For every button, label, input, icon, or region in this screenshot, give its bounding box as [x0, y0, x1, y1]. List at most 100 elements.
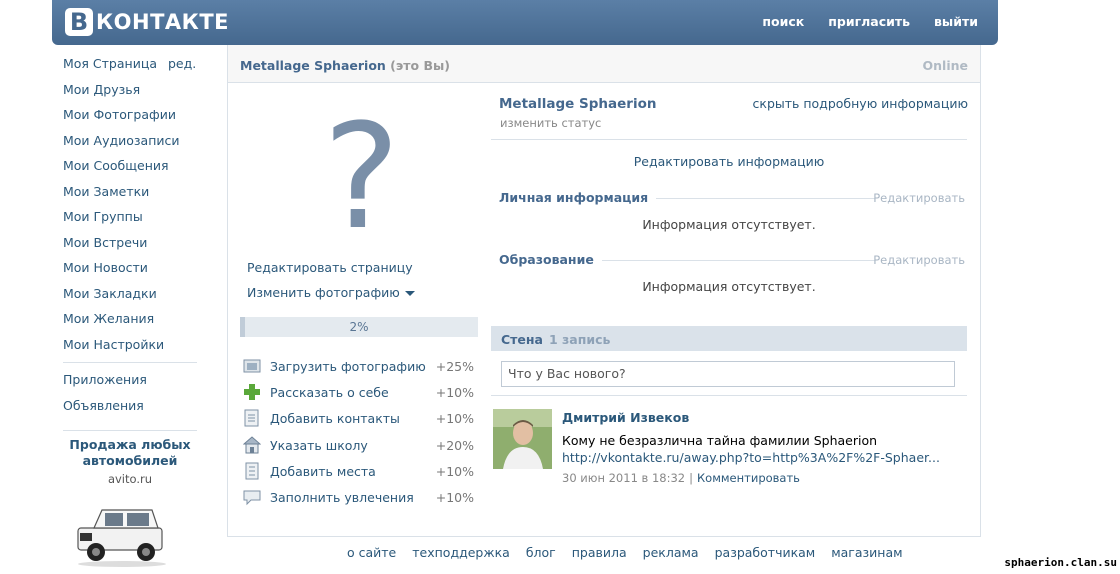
- task-percent: +10%: [435, 489, 474, 505]
- logo-word: КОНТАКТЕ: [96, 10, 230, 34]
- task-about-me[interactable]: Рассказать о себе +10%: [242, 381, 474, 403]
- top-header: В КОНТАКТЕ поиск пригласить выйти: [52, 0, 998, 45]
- task-add-contacts[interactable]: Добавить контакты +10%: [242, 407, 474, 429]
- edit-info-link[interactable]: Редактировать информацию: [491, 154, 967, 169]
- task-percent: +25%: [435, 358, 474, 374]
- nav-invite-link[interactable]: пригласить: [828, 14, 910, 29]
- sidebar-item-ads[interactable]: Объявления: [63, 397, 203, 423]
- footer-link-blog[interactable]: блог: [526, 545, 556, 560]
- info-divider: [491, 139, 967, 140]
- vk-logo[interactable]: В КОНТАКТЕ: [65, 6, 229, 38]
- sidebar-item-wishes[interactable]: Мои Желания: [63, 310, 203, 336]
- logo-letter: В: [65, 8, 93, 36]
- sidebar-item-apps[interactable]: Приложения: [63, 371, 203, 397]
- profile-panel: Metallage Sphaerion (это Вы) Online ? Ре…: [227, 45, 981, 537]
- plus-icon: [242, 383, 262, 401]
- sidebar-item-label: Моя Страница: [63, 56, 157, 71]
- wall-title: Стена 1 запись: [501, 332, 610, 347]
- photo-upload-icon: [242, 357, 262, 375]
- ad-title[interactable]: Продажа любых автомобилей: [63, 437, 197, 469]
- sidebar-edit-link[interactable]: ред.: [168, 55, 196, 73]
- wall-count: 1 запись: [548, 332, 611, 347]
- task-percent: +10%: [435, 463, 474, 479]
- chevron-down-icon: [404, 291, 415, 296]
- contacts-icon: [242, 409, 262, 427]
- wall-post-field[interactable]: [501, 361, 955, 387]
- section-empty-text: Информация отсутствует.: [642, 279, 816, 294]
- task-add-school[interactable]: Указать школу +20%: [242, 434, 474, 456]
- car-ad-image[interactable]: [72, 500, 172, 570]
- comment-link[interactable]: Комментировать: [697, 471, 800, 485]
- watermark: sphaerion.clan.su: [1004, 556, 1117, 569]
- places-icon: [242, 462, 262, 480]
- change-photo-link[interactable]: Изменить фотографию: [247, 285, 415, 300]
- post-link[interactable]: http://vkontakte.ru/away.php?to=http%3A%…: [562, 450, 940, 465]
- task-percent: +20%: [435, 437, 474, 453]
- nav-search-link[interactable]: поиск: [762, 14, 804, 29]
- section-education: Образование Редактировать: [499, 252, 965, 268]
- task-add-places[interactable]: Добавить места +10%: [242, 460, 474, 482]
- left-sidebar: Моя Страница ред. Мои Друзья Мои Фотогра…: [63, 55, 203, 422]
- sidebar-item-groups[interactable]: Мои Группы: [63, 208, 203, 234]
- sidebar-item-news[interactable]: Мои Новости: [63, 259, 203, 285]
- wall-post-input[interactable]: [502, 362, 948, 384]
- task-label: Добавить места: [270, 463, 376, 479]
- task-interests[interactable]: Заполнить увлечения +10%: [242, 486, 474, 508]
- sidebar-item-messages[interactable]: Мои Сообщения: [63, 157, 203, 183]
- task-label: Заполнить увлечения: [270, 489, 414, 505]
- hide-details-link[interactable]: скрыть подробную информацию: [753, 96, 968, 111]
- sidebar-item-settings[interactable]: Мои Настройки: [63, 336, 203, 362]
- info-name: Metallage Sphaerion: [499, 96, 657, 112]
- top-nav: поиск пригласить выйти: [762, 14, 978, 29]
- section-empty-text: Информация отсутствует.: [642, 217, 816, 232]
- section-edit-link[interactable]: Редактировать: [873, 253, 965, 267]
- task-label: Рассказать о себе: [270, 384, 389, 400]
- profile-completeness-bar: 2%: [240, 317, 478, 337]
- sidebar-item-bookmarks[interactable]: Мои Закладки: [63, 285, 203, 311]
- wall-title-label: Стена: [501, 332, 543, 347]
- footer-link-developers[interactable]: разработчикам: [715, 545, 816, 560]
- section-personal: Личная информация Редактировать: [499, 190, 965, 206]
- footer-link-about[interactable]: о сайте: [347, 545, 396, 560]
- post-author-name[interactable]: Дмитрий Извеков: [562, 410, 689, 425]
- sidebar-item-audio[interactable]: Мои Аудиозаписи: [63, 132, 203, 158]
- sidebar-item-notes[interactable]: Мои Заметки: [63, 183, 203, 209]
- wall-divider: [491, 395, 967, 396]
- nav-logout-link[interactable]: выйти: [934, 14, 978, 29]
- task-label: Загрузить фотографию: [270, 358, 426, 374]
- post-author-avatar[interactable]: [493, 409, 552, 469]
- progress-label: 2%: [349, 320, 369, 334]
- footer-link-rules[interactable]: правила: [572, 545, 627, 560]
- wall-header[interactable]: Стена 1 запись: [491, 326, 967, 351]
- interests-icon: [242, 488, 262, 506]
- sidebar-divider: [63, 362, 197, 363]
- task-percent: +10%: [435, 410, 474, 426]
- post-meta: 30 июн 2011 в 18:32 | Комментировать: [562, 471, 800, 485]
- meta-separator: |: [689, 471, 693, 485]
- profile-title: Metallage Sphaerion (это Вы): [240, 58, 450, 73]
- change-photo-label: Изменить фотографию: [247, 285, 400, 300]
- profile-title-name: Metallage Sphaerion: [240, 58, 386, 73]
- sidebar-item-friends[interactable]: Мои Друзья: [63, 81, 203, 107]
- change-status-link[interactable]: изменить статус: [500, 116, 601, 130]
- footer-links: о сайте техподдержка блог правила реклам…: [347, 545, 903, 560]
- edit-page-link[interactable]: Редактировать страницу: [247, 260, 413, 275]
- footer-link-shops[interactable]: магазинам: [831, 545, 902, 560]
- footer-link-support[interactable]: техподдержка: [412, 545, 510, 560]
- post-text: Кому не безразлична тайна фамилии Sphaer…: [562, 433, 878, 448]
- post-date: 30 июн 2011 в 18:32: [562, 471, 686, 485]
- section-edit-link[interactable]: Редактировать: [873, 191, 965, 205]
- task-upload-photo[interactable]: Загрузить фотографию +25%: [242, 355, 474, 377]
- sidebar-item-photos[interactable]: Мои Фотографии: [63, 106, 203, 132]
- task-label: Добавить контакты: [270, 410, 400, 426]
- online-status: Online: [922, 58, 968, 73]
- avatar-placeholder[interactable]: ?: [323, 103, 400, 253]
- sidebar-item-events[interactable]: Мои Встречи: [63, 234, 203, 260]
- school-icon: [242, 436, 262, 454]
- section-title: Личная информация: [499, 190, 657, 205]
- ad-block[interactable]: Продажа любых автомобилей avito.ru: [63, 430, 197, 486]
- sidebar-item-my-page[interactable]: Моя Страница ред.: [63, 55, 203, 81]
- profile-title-bar: Metallage Sphaerion (это Вы) Online: [228, 45, 980, 83]
- footer-link-ads[interactable]: реклама: [643, 545, 699, 560]
- task-label: Указать школу: [270, 437, 368, 453]
